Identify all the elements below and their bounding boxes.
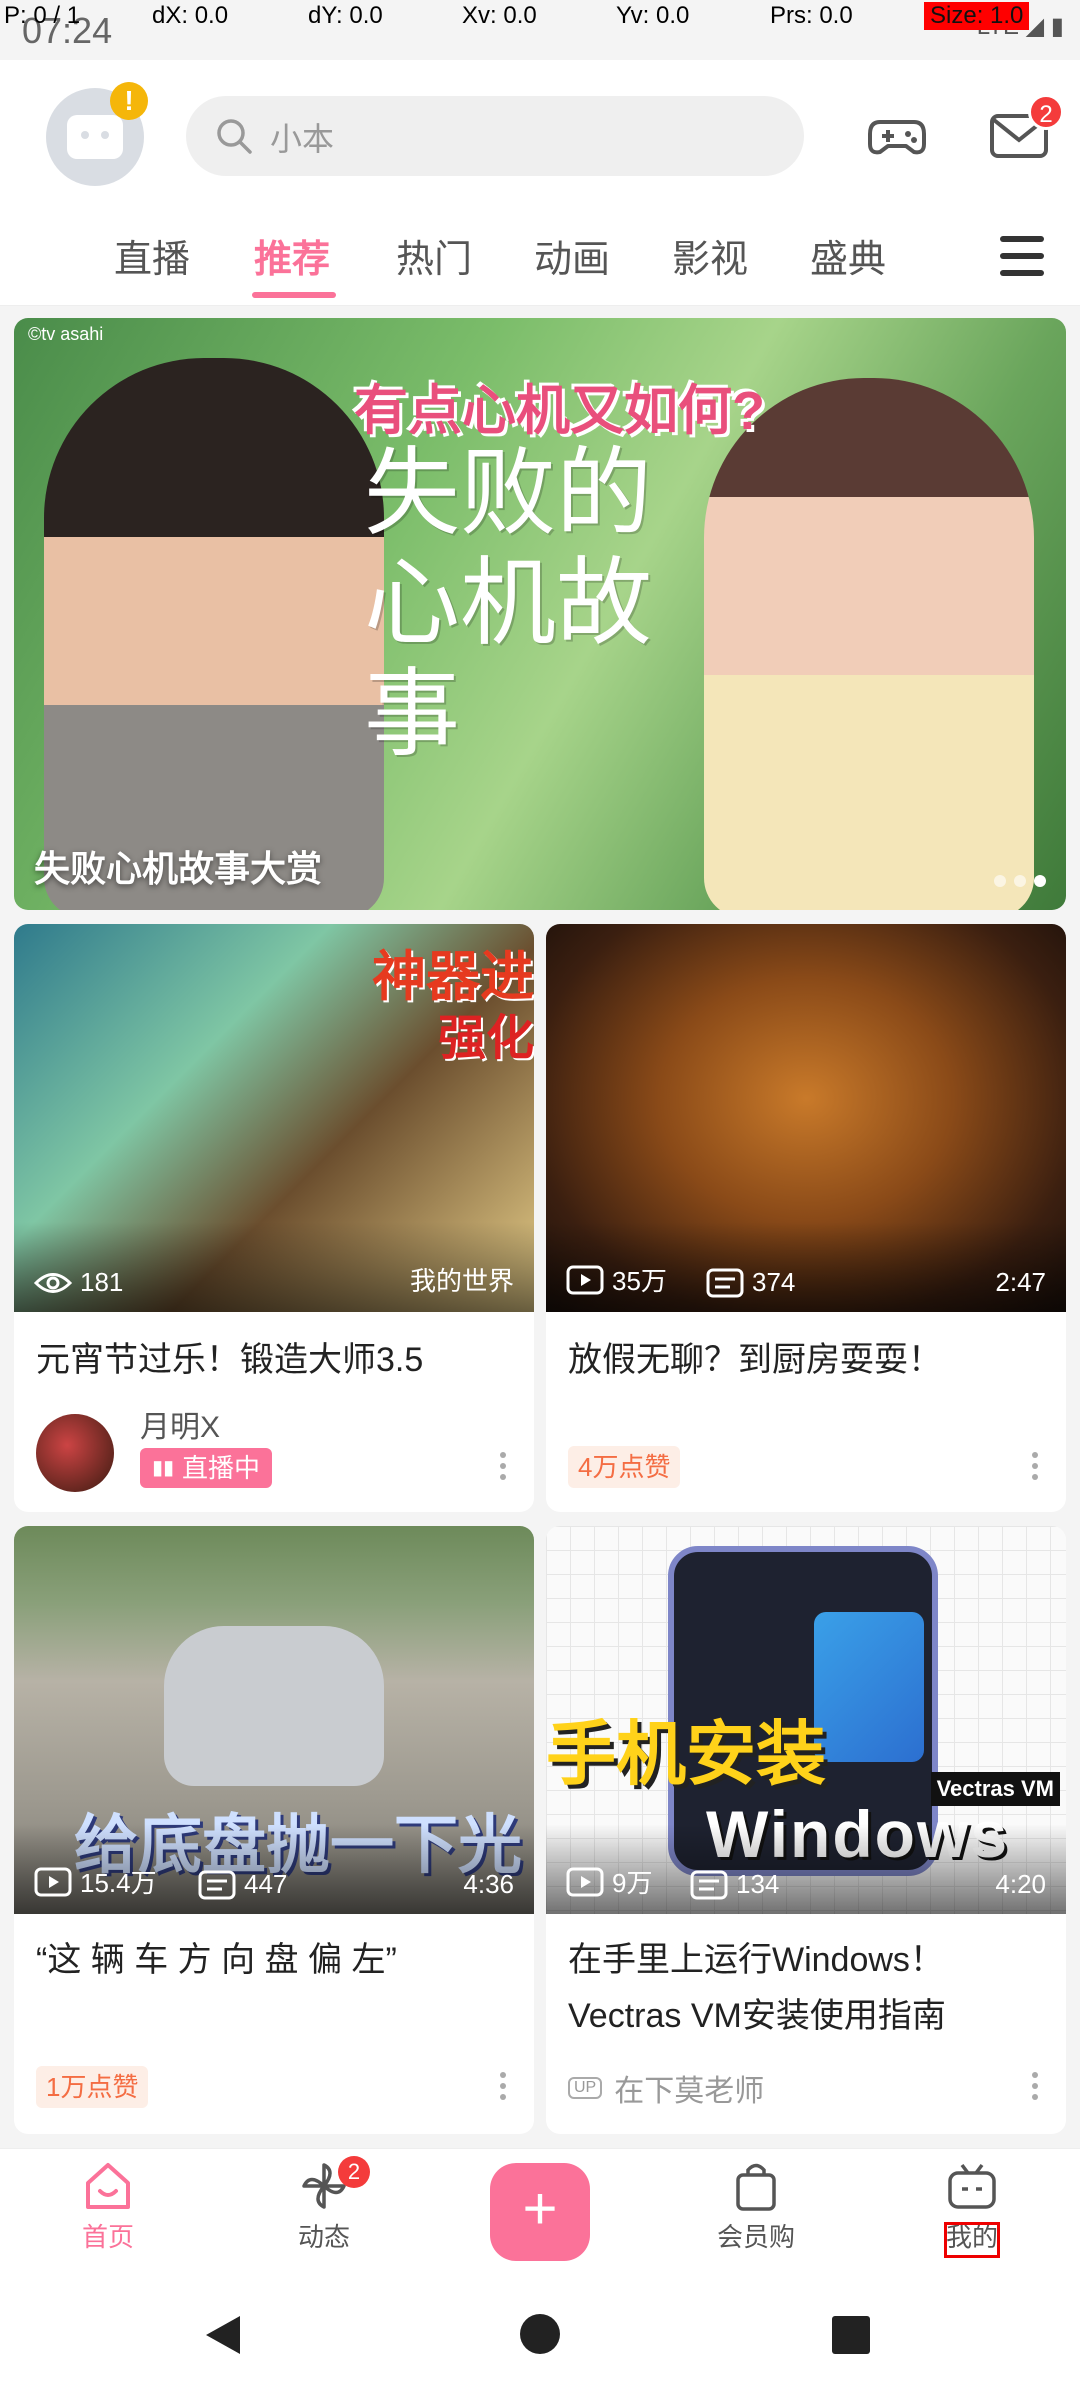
danmaku-icon xyxy=(706,1268,744,1297)
view-count: 181 xyxy=(34,1267,123,1298)
banner-dot xyxy=(1014,875,1026,887)
likes-badge: 4万点赞 xyxy=(568,1446,681,1488)
play-count: 35万 xyxy=(566,1261,667,1298)
banner-overlay-line1: 有点心机又如何? xyxy=(354,381,765,441)
video-thumbnail: 手机安装 Vectras VM Windows 9万 134 4:20 xyxy=(546,1526,1066,1914)
more-options-icon[interactable] xyxy=(500,1452,508,1484)
tab-hot[interactable]: 热门 xyxy=(396,228,472,283)
shopping-bag-icon xyxy=(736,2163,776,2211)
game-tag: 我的世界 xyxy=(409,1266,514,1296)
debug-pointer: P: 0 / 1 xyxy=(4,2,81,29)
nav-shop[interactable]: 会员购 xyxy=(696,2159,816,2254)
thumb-text-big: 手机安装 xyxy=(546,1715,826,1793)
video-thumbnail: 给底盘抛一下光 15.4万 447 4:36 xyxy=(14,1526,534,1914)
top-header: ! 小本 2 xyxy=(0,60,1080,210)
more-options-icon[interactable] xyxy=(500,2072,508,2104)
featured-banner[interactable]: ©tv asahi 有点心机又如何? 失败的心机故事 失败心机故事大赏 xyxy=(14,318,1066,910)
nav-home[interactable]: 首页 xyxy=(48,2159,168,2254)
more-options-icon[interactable] xyxy=(1032,1452,1040,1484)
video-title: 元宵节过乐！锻造大师3.5 xyxy=(36,1341,424,1379)
search-icon xyxy=(217,119,252,154)
banner-caption: 失败心机故事大赏 xyxy=(34,848,323,889)
tab-recommend[interactable]: 推荐 xyxy=(254,228,330,283)
home-icon xyxy=(86,2163,130,2209)
danmaku-count: 134 xyxy=(690,1869,779,1900)
system-navigation-bar xyxy=(0,2270,1080,2400)
tab-live[interactable]: 直播 xyxy=(114,228,190,283)
tv-icon xyxy=(948,2163,996,2209)
debug-dy: dY: 0.0 xyxy=(308,2,383,29)
mail-badge: 2 xyxy=(1028,94,1064,130)
windows-screen xyxy=(814,1612,924,1762)
banner-dot-active xyxy=(1034,875,1046,887)
play-icon xyxy=(34,1867,72,1896)
video-thumbnail: 神器进 强化 181 我的世界 xyxy=(14,924,534,1312)
live-bars-icon: ▮▮ xyxy=(152,1457,175,1479)
banner-dot xyxy=(994,875,1006,887)
home-circle-icon[interactable] xyxy=(518,2312,562,2356)
car-image xyxy=(164,1626,384,1786)
debug-yv: Yv: 0.0 xyxy=(616,2,690,29)
video-title: 放假无聊？到厨房耍耍！ xyxy=(568,1341,942,1379)
danmaku-count: 447 xyxy=(198,1869,287,1900)
play-count: 15.4万 xyxy=(34,1863,157,1900)
thumb-text-2: 强化 xyxy=(437,1012,534,1065)
video-card[interactable]: 给底盘抛一下光 15.4万 447 4:36 “这 辆 车 方 向 盘 偏 左”… xyxy=(14,1526,534,2134)
video-title: 在手里上运行Windows！Vectras VM安装使用指南 xyxy=(568,1941,946,2035)
pointer-debug-overlay: P: 0 / 1 dX: 0.0 dY: 0.0 Xv: 0.0 Yv: 0.0… xyxy=(0,0,1080,34)
menu-icon[interactable] xyxy=(1000,236,1044,276)
banner-pagination xyxy=(986,874,1046,892)
video-title: “这 辆 车 方 向 盘 偏 左” xyxy=(36,1941,397,1979)
tab-anime[interactable]: 动画 xyxy=(534,228,610,283)
debug-pressure: Prs: 0.0 xyxy=(770,2,853,29)
live-badge: ▮▮ 直播中 xyxy=(140,1448,273,1488)
more-options-icon[interactable] xyxy=(1032,2072,1040,2104)
author-name[interactable]: 月明X xyxy=(140,1402,220,1446)
banner-overlay-line2: 失败的心机故事 xyxy=(364,437,652,770)
video-card[interactable]: 神器进 强化 181 我的世界 元宵节过乐！锻造大师3.5 月明X ▮▮ 直播中 xyxy=(14,924,534,1512)
tab-movies[interactable]: 影视 xyxy=(672,228,748,283)
tab-festival[interactable]: 盛典 xyxy=(810,228,886,283)
author-avatar[interactable] xyxy=(36,1414,114,1492)
debug-size: Size: 1.0 xyxy=(924,2,1030,30)
up-icon: UP xyxy=(568,2077,603,2099)
danmaku-icon xyxy=(198,1870,236,1899)
play-icon xyxy=(566,1265,604,1294)
danmaku-icon xyxy=(690,1870,728,1899)
category-tabs: 直播 推荐 热门 动画 影视 盛典 xyxy=(0,210,1080,306)
game-controller-icon[interactable] xyxy=(866,104,928,166)
play-icon xyxy=(566,1867,604,1896)
search-placeholder: 小本 xyxy=(270,121,335,157)
video-duration: 4:36 xyxy=(463,1869,514,1899)
banner-credit: ©tv asahi xyxy=(28,324,104,344)
recents-icon[interactable] xyxy=(830,2314,872,2356)
video-duration: 2:47 xyxy=(995,1267,1046,1297)
uploader[interactable]: UP 在下莫老师 xyxy=(568,2066,764,2110)
highlight-box xyxy=(944,2222,1000,2258)
back-icon[interactable] xyxy=(200,2312,246,2358)
likes-badge: 1万点赞 xyxy=(36,2066,149,2108)
active-tab-indicator xyxy=(252,292,336,298)
search-input[interactable]: 小本 xyxy=(186,96,804,176)
debug-dx: dX: 0.0 xyxy=(152,2,229,29)
video-thumbnail: 35万 374 2:47 xyxy=(546,924,1066,1312)
dynamic-badge: 2 xyxy=(338,2156,370,2188)
video-card[interactable]: 手机安装 Vectras VM Windows 9万 134 4:20 在手里上… xyxy=(546,1526,1066,2134)
banner-image-right xyxy=(704,378,1034,910)
video-card[interactable]: 35万 374 2:47 放假无聊？到厨房耍耍！ 4万点赞 xyxy=(546,924,1066,1512)
eye-icon xyxy=(34,1272,72,1293)
danmaku-count: 374 xyxy=(706,1267,795,1298)
banner-image-left xyxy=(44,358,384,910)
upload-button[interactable]: + xyxy=(490,2163,590,2261)
play-count: 9万 xyxy=(566,1863,652,1900)
tv-mascot-icon xyxy=(67,115,123,159)
avatar-alert-badge: ! xyxy=(110,82,148,120)
bottom-navigation: 首页 动态 + 会员购 我的 xyxy=(0,2148,1080,2270)
video-duration: 4:20 xyxy=(995,1869,1046,1899)
debug-xv: Xv: 0.0 xyxy=(462,2,537,29)
